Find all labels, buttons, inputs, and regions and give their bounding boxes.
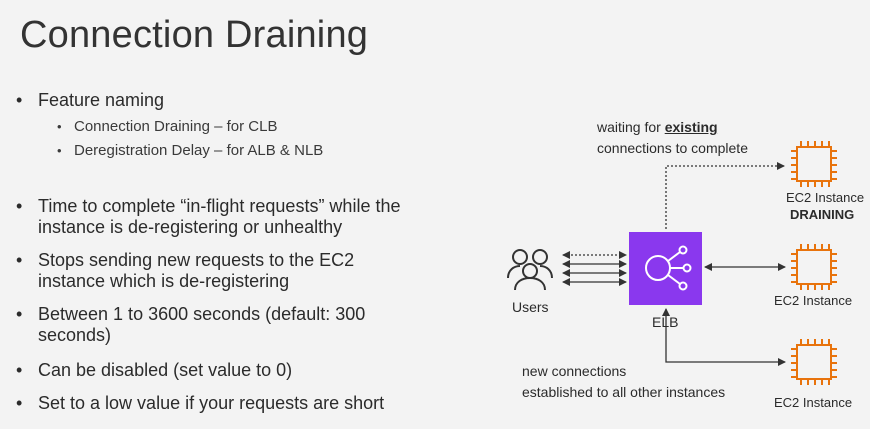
waiting-prefix: waiting for [597, 119, 665, 135]
instance1-label: EC2 Instance [786, 190, 865, 205]
new-connections-line2: established to all other instances [522, 384, 726, 400]
instance3-label: EC2 Instance [774, 395, 853, 410]
elb-label: ELB [652, 314, 679, 330]
waiting-label-line1: waiting for existing [597, 119, 718, 135]
ec2-chip-icon [791, 244, 837, 290]
waiting-existing-emphasis: existing [664, 119, 718, 135]
users-label: Users [512, 299, 549, 315]
diagram-canvas [507, 141, 837, 385]
elb-icon [629, 232, 702, 305]
instance1-status: DRAINING [790, 207, 855, 222]
instance2-label: EC2 Instance [774, 293, 853, 308]
waiting-label-line2: connections to complete [597, 140, 748, 156]
ec2-chip-icon-draining [791, 141, 837, 187]
new-connections-line1: new connections [522, 363, 627, 379]
ec2-chip-icon [791, 339, 837, 385]
elb-instance3-arrow [662, 308, 786, 366]
users-icon [507, 249, 553, 291]
elb-draining-instance-connector [665, 162, 785, 229]
